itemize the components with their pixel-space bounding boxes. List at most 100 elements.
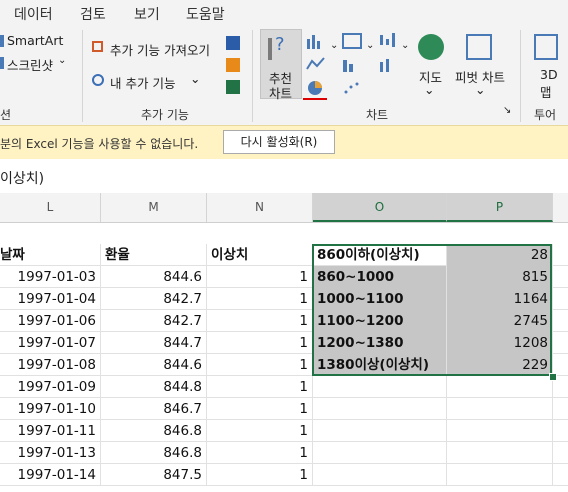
group-label-charts: 차트 xyxy=(366,108,389,122)
cell-range[interactable] xyxy=(313,442,447,464)
people-graph-icon[interactable] xyxy=(226,80,240,94)
cell-rate[interactable]: 844.6 xyxy=(101,354,207,376)
dialog-launcher-icon[interactable]: ↘ xyxy=(503,105,511,116)
cell-range[interactable] xyxy=(313,420,447,442)
cell-count[interactable] xyxy=(447,420,553,442)
globe-icon[interactable] xyxy=(418,34,444,60)
chevron-down-icon[interactable]: ⌄ xyxy=(330,40,338,51)
map-3d-icon[interactable] xyxy=(534,34,558,60)
screenshot-icon xyxy=(0,57,4,69)
cell-range[interactable]: 1380이상(이상치) xyxy=(313,354,447,376)
formula-bar[interactable]: 이상치) xyxy=(0,159,568,194)
pivot-chart-icon[interactable] xyxy=(466,34,492,60)
cell-outlier-flag[interactable]: 1 xyxy=(207,310,313,332)
cell-count[interactable]: 28 xyxy=(447,244,553,266)
cell-range[interactable]: 1100~1200 xyxy=(313,310,447,332)
cell-date[interactable]: 1997-01-07 xyxy=(0,332,101,354)
cell-date[interactable]: 1997-01-06 xyxy=(0,310,101,332)
bing-icon[interactable] xyxy=(226,58,240,72)
map-3d-label-2[interactable]: 맵 xyxy=(540,82,552,101)
cell-rate[interactable]: 842.7 xyxy=(101,288,207,310)
cell-rate[interactable]: 846.8 xyxy=(101,442,207,464)
cell-date[interactable]: 1997-01-08 xyxy=(0,354,101,376)
my-addins-icon xyxy=(92,74,104,86)
tab-data[interactable]: 데이터 xyxy=(14,4,53,24)
cell-outlier-flag[interactable]: 1 xyxy=(207,398,313,420)
column-header-M[interactable]: M xyxy=(101,193,207,222)
cell-date[interactable]: 1997-01-03 xyxy=(0,266,101,288)
column-header-L[interactable]: L xyxy=(0,193,101,222)
cell-date[interactable]: 1997-01-04 xyxy=(0,288,101,310)
cell-date[interactable]: 1997-01-10 xyxy=(0,398,101,420)
cell-rate[interactable]: 842.7 xyxy=(101,310,207,332)
statistic-chart-icon[interactable] xyxy=(342,56,362,72)
cell-outlier-flag[interactable]: 1 xyxy=(207,266,313,288)
cell-range[interactable] xyxy=(313,376,447,398)
cell-range[interactable]: 860이하(이상치) xyxy=(313,244,447,266)
tab-view[interactable]: 보기 xyxy=(134,4,160,24)
column-header-Q[interactable] xyxy=(553,193,568,222)
table-row: 1997-01-11 846.8 1 xyxy=(0,420,568,442)
cell-outlier-flag[interactable]: 1 xyxy=(207,464,313,486)
cell-count[interactable] xyxy=(447,442,553,464)
line-chart-icon[interactable] xyxy=(306,56,326,72)
column-chart-icon[interactable] xyxy=(306,33,326,49)
cell-count[interactable]: 1208 xyxy=(447,332,553,354)
cell-count[interactable]: 815 xyxy=(447,266,553,288)
cell-count[interactable]: 229 xyxy=(447,354,553,376)
divider xyxy=(520,30,521,122)
message-bar: 분의 Excel 기능을 사용할 수 없습니다. 다시 활성화(R) xyxy=(0,125,568,160)
column-header-P[interactable]: P xyxy=(447,193,553,222)
pie-chart-icon[interactable] xyxy=(306,79,324,97)
reactivate-button[interactable]: 다시 활성화(R) xyxy=(223,130,335,154)
map-3d-label-1[interactable]: 3D xyxy=(540,67,558,82)
tab-review[interactable]: 검토 xyxy=(80,4,106,24)
scatter-chart-icon[interactable] xyxy=(342,79,362,97)
cell-date[interactable]: 1997-01-11 xyxy=(0,420,101,442)
chevron-down-icon: ⌄ xyxy=(475,82,486,97)
tab-help[interactable]: 도움말 xyxy=(186,4,225,24)
chevron-down-icon[interactable]: ⌄ xyxy=(366,40,374,51)
cell-range[interactable] xyxy=(313,464,447,486)
cell-outlier-flag[interactable]: 1 xyxy=(207,332,313,354)
cell-rate[interactable]: 844.6 xyxy=(101,266,207,288)
cell-header-rate[interactable]: 환율 xyxy=(101,244,207,266)
visio-icon[interactable] xyxy=(226,36,240,50)
cell-outlier-flag[interactable]: 1 xyxy=(207,442,313,464)
recommended-charts-button[interactable]: ? 추천 차트 xyxy=(260,29,302,101)
cell-rate[interactable]: 846.7 xyxy=(101,398,207,420)
cell-date[interactable]: 1997-01-14 xyxy=(0,464,101,486)
column-header-N[interactable]: N xyxy=(207,193,313,222)
cell-header-date[interactable]: 날짜 xyxy=(0,244,101,266)
recommended-charts-label-2: 차트 xyxy=(269,86,293,101)
cell-outlier-flag[interactable]: 1 xyxy=(207,288,313,310)
cell-outlier-flag[interactable]: 1 xyxy=(207,376,313,398)
cell-date[interactable]: 1997-01-13 xyxy=(0,442,101,464)
column-header-O[interactable]: O xyxy=(313,193,447,222)
cell-rate[interactable]: 844.8 xyxy=(101,376,207,398)
cell-range[interactable] xyxy=(313,398,447,420)
cell-count[interactable]: 2745 xyxy=(447,310,553,332)
table-row: 1997-01-13 846.8 1 xyxy=(0,442,568,464)
chevron-down-icon[interactable]: ⌄ xyxy=(401,40,409,51)
cell-count[interactable] xyxy=(447,464,553,486)
group-label-illustrations: 션 xyxy=(0,108,12,122)
cell-range[interactable]: 1000~1100 xyxy=(313,288,447,310)
chevron-down-icon: ⌄ xyxy=(424,82,435,97)
cell-count[interactable]: 1164 xyxy=(447,288,553,310)
cell-range[interactable]: 860~1000 xyxy=(313,266,447,288)
fill-handle[interactable] xyxy=(549,373,557,381)
cell-rate[interactable]: 847.5 xyxy=(101,464,207,486)
cell-rate[interactable]: 844.7 xyxy=(101,332,207,354)
cell-outlier-flag[interactable]: 1 xyxy=(207,354,313,376)
cell-range[interactable]: 1200~1380 xyxy=(313,332,447,354)
combo-chart-icon[interactable] xyxy=(378,56,398,72)
cell-rate[interactable]: 846.8 xyxy=(101,420,207,442)
cell-header-outlier[interactable]: 이상치 xyxy=(207,244,313,266)
cell-outlier-flag[interactable]: 1 xyxy=(207,420,313,442)
waterfall-chart-icon[interactable] xyxy=(378,33,398,49)
cell-count[interactable] xyxy=(447,398,553,420)
hierarchy-chart-icon[interactable] xyxy=(342,33,362,49)
cell-date[interactable]: 1997-01-09 xyxy=(0,376,101,398)
cell-count[interactable] xyxy=(447,376,553,398)
